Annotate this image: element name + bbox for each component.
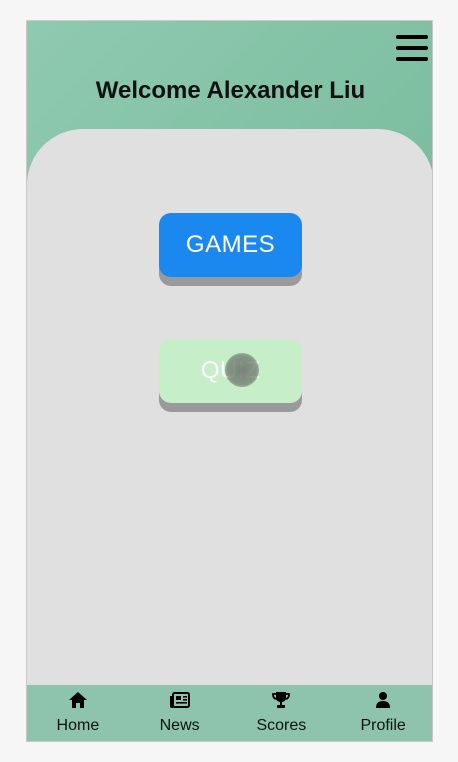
hamburger-menu-icon[interactable] <box>396 35 428 65</box>
nav-label-home: Home <box>56 717 100 734</box>
nav-label-profile: Profile <box>360 717 406 734</box>
person-icon <box>372 689 394 711</box>
nav-item-scores[interactable]: Scores <box>231 685 333 741</box>
app-screen: Welcome Alexander Liu GAMES QUIZ Home Ne… <box>26 20 433 742</box>
touch-indicator <box>225 353 259 387</box>
nav-label-scores: Scores <box>256 717 307 734</box>
games-button[interactable]: GAMES <box>159 213 302 277</box>
page-title: Welcome Alexander Liu <box>95 77 366 104</box>
nav-label-news: News <box>159 717 200 734</box>
home-icon <box>67 689 89 711</box>
newspaper-icon <box>169 689 191 711</box>
nav-item-news[interactable]: News <box>129 685 231 741</box>
trophy-icon <box>270 689 292 711</box>
nav-item-profile[interactable]: Profile <box>332 685 432 741</box>
bottom-navigation: Home News Scores Profile <box>27 685 432 741</box>
nav-item-home[interactable]: Home <box>27 685 129 741</box>
